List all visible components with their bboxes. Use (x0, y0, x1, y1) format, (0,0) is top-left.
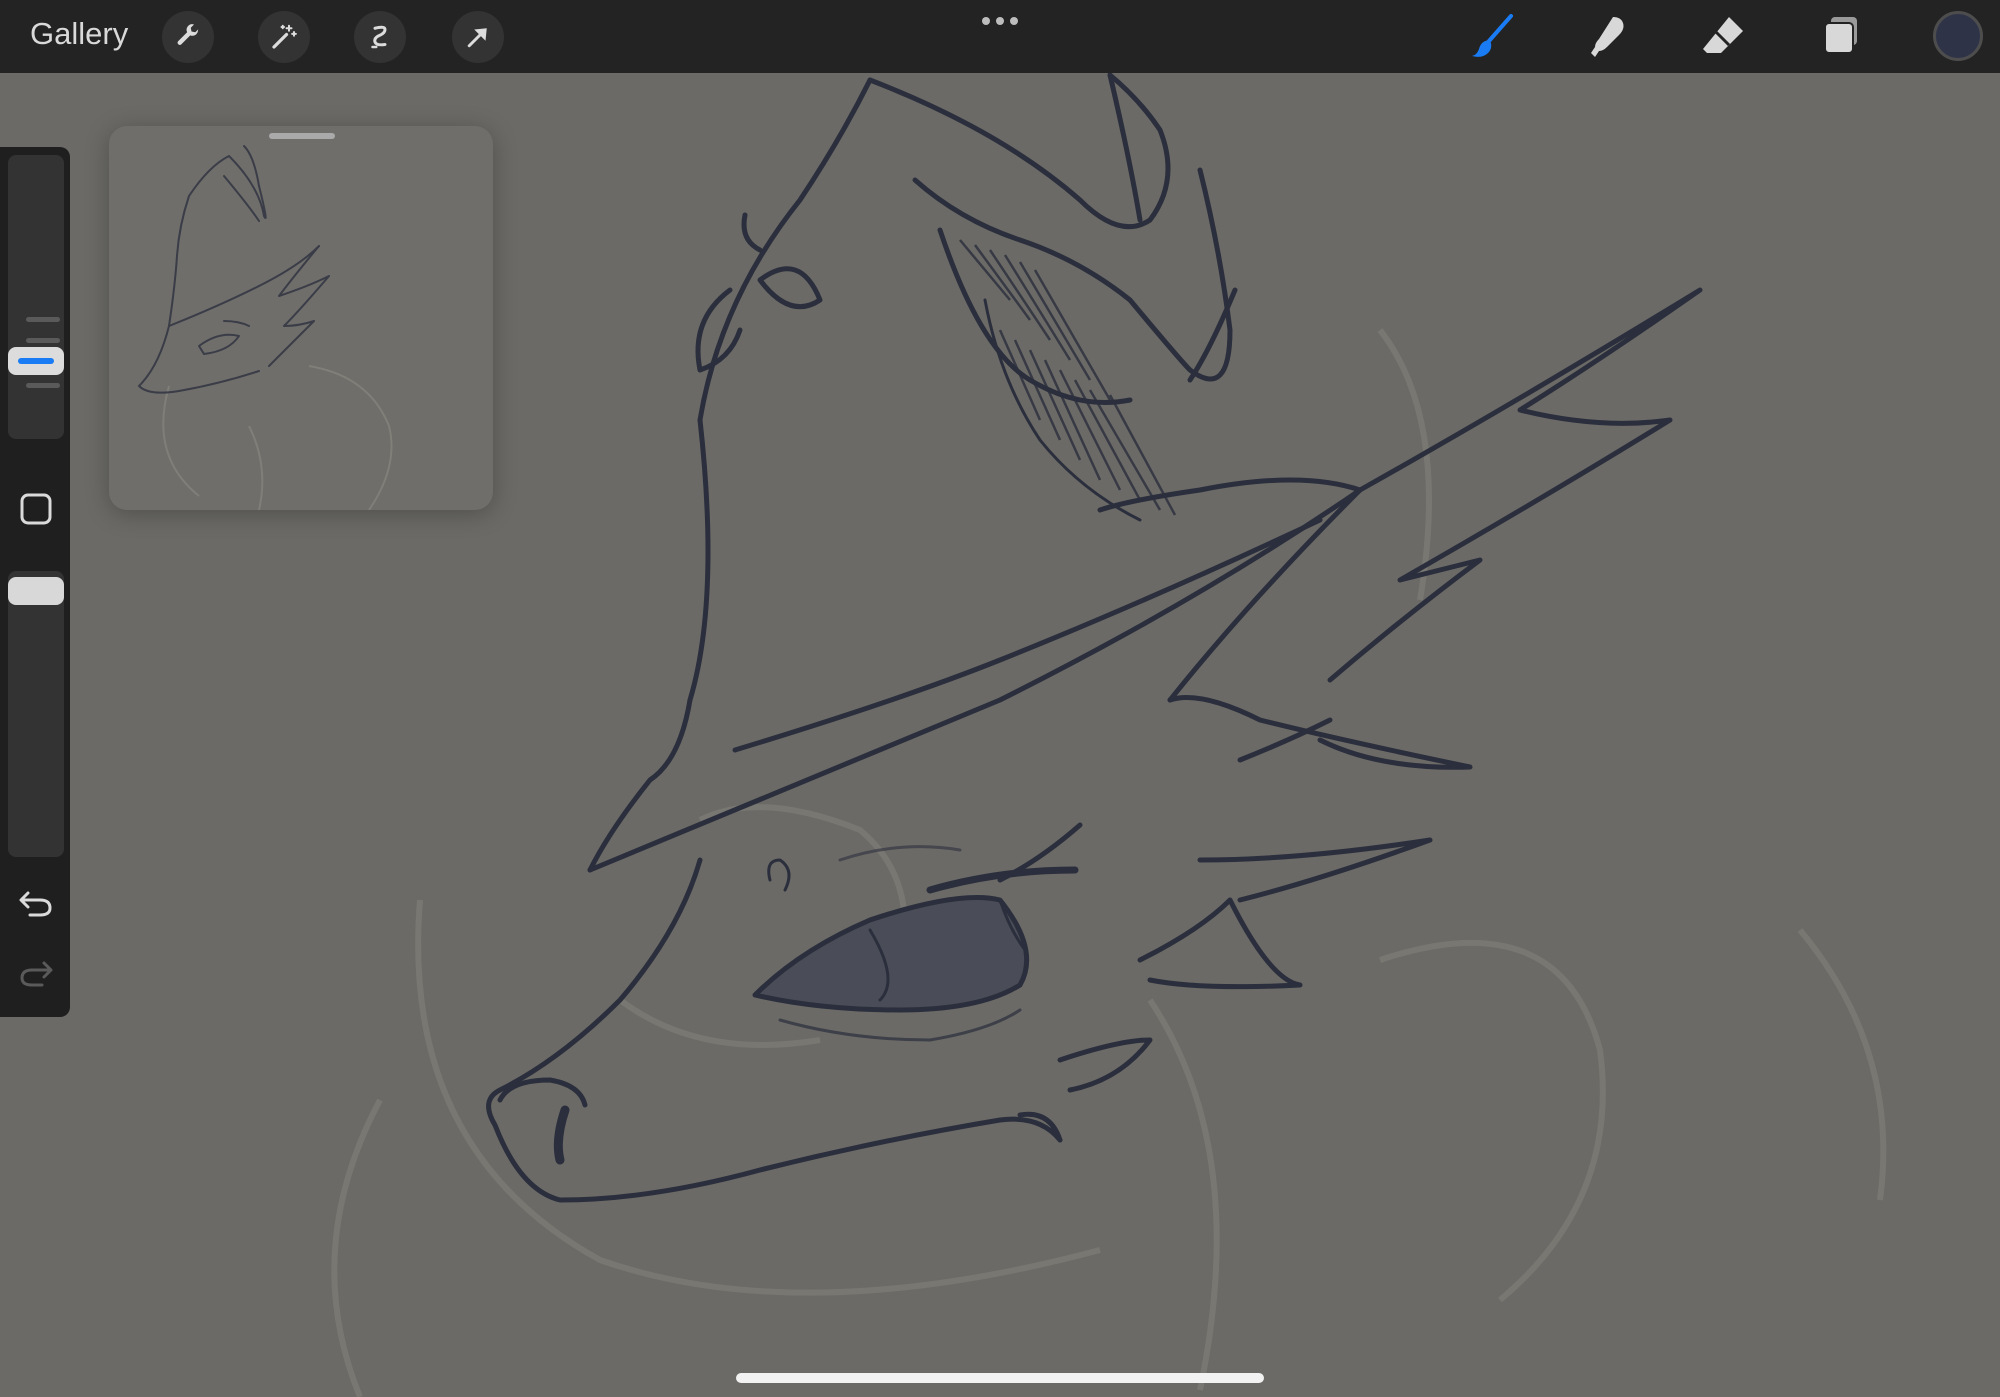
redo-icon[interactable] (16, 953, 56, 993)
top-toolbar: Gallery (0, 0, 2000, 73)
undo-icon[interactable] (16, 883, 56, 923)
modify-square-icon[interactable] (19, 492, 53, 526)
reference-thumbnail (138, 145, 393, 510)
adjustments-button[interactable] (258, 11, 310, 63)
reference-window-grabber[interactable] (269, 133, 335, 139)
brush-icon (1472, 14, 1513, 57)
wrench-icon (177, 24, 199, 45)
reference-window[interactable] (109, 126, 493, 510)
transform-arrow-icon (467, 28, 487, 48)
smudge-tool-button[interactable] (1580, 8, 1636, 64)
more-options-icon[interactable] (978, 10, 1022, 32)
transform-button[interactable] (452, 11, 504, 63)
brush-size-slider[interactable] (8, 155, 64, 439)
size-scale-marks (26, 383, 60, 404)
eraser-icon (1703, 17, 1743, 53)
sidebar (0, 147, 70, 1017)
selection-icon (371, 25, 387, 49)
opacity-thumb[interactable] (8, 577, 64, 605)
eraser-tool-button[interactable] (1696, 8, 1752, 64)
brush-size-thumb[interactable] (8, 347, 64, 375)
color-picker-button[interactable] (1933, 11, 1983, 61)
home-indicator[interactable] (736, 1373, 1264, 1383)
magic-wand-icon (272, 24, 297, 49)
layers-button[interactable] (1814, 8, 1870, 64)
actions-button[interactable] (162, 11, 214, 63)
gallery-button[interactable]: Gallery (30, 16, 128, 52)
brush-tool-button[interactable] (1464, 8, 1520, 64)
smudge-icon (1591, 17, 1624, 57)
layers-icon (1824, 17, 1857, 54)
selection-button[interactable] (354, 11, 406, 63)
opacity-slider[interactable] (8, 571, 64, 857)
